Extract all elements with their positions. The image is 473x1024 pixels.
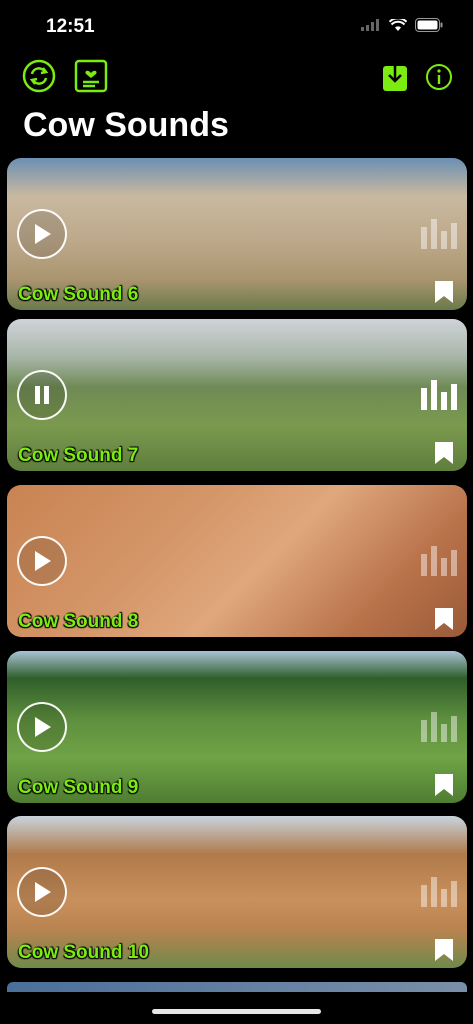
status-icons [361,18,443,32]
status-time: 12:51 [46,16,95,37]
sound-card[interactable]: Cow Sound 10 [7,816,467,968]
equalizer-icon [421,546,457,576]
bookmark-icon[interactable] [435,774,453,796]
play-icon [35,882,51,902]
sound-list[interactable]: Cow Sound 6 Cow Sound 7 Cow Sound 8 Cow … [0,157,473,987]
play-button[interactable] [17,209,67,259]
play-button[interactable] [17,867,67,917]
repeat-icon [22,59,56,93]
favorites-list-button[interactable] [74,59,108,93]
pause-icon [35,386,49,404]
list-icon [74,59,108,93]
home-indicator[interactable] [152,1009,321,1014]
sound-label: Cow Sound 9 [18,777,139,798]
equalizer-icon [421,877,457,907]
sound-label: Cow Sound 8 [18,611,139,632]
next-card-peek [7,982,467,992]
page-title: Cow Sounds [23,106,229,144]
repeat-button[interactable] [22,59,56,93]
bookmark-icon[interactable] [435,608,453,630]
battery-icon [415,18,443,32]
bookmark-icon[interactable] [435,281,453,303]
sound-label: Cow Sound 7 [18,445,139,466]
sound-label: Cow Sound 10 [18,942,149,963]
bookmark-icon[interactable] [435,939,453,961]
sound-label: Cow Sound 6 [18,284,139,305]
toolbar [0,56,473,98]
play-icon [35,717,51,737]
play-icon [35,551,51,571]
download-icon [383,65,407,91]
sound-card[interactable]: Cow Sound 7 [7,319,467,471]
play-icon [35,224,51,244]
download-button[interactable] [378,60,412,94]
equalizer-icon [421,712,457,742]
equalizer-icon [421,219,457,249]
play-button[interactable] [17,702,67,752]
play-button[interactable] [17,536,67,586]
pause-button[interactable] [17,370,67,420]
info-icon [426,64,452,90]
sound-card[interactable]: Cow Sound 6 [7,158,467,310]
sound-card[interactable]: Cow Sound 9 [7,651,467,803]
info-button[interactable] [422,60,456,94]
equalizer-icon [421,380,457,410]
signal-icon [361,19,379,31]
sound-card[interactable]: Cow Sound 8 [7,485,467,637]
status-bar: 12:51 [0,0,473,54]
wifi-icon [389,18,407,31]
bookmark-icon[interactable] [435,442,453,464]
